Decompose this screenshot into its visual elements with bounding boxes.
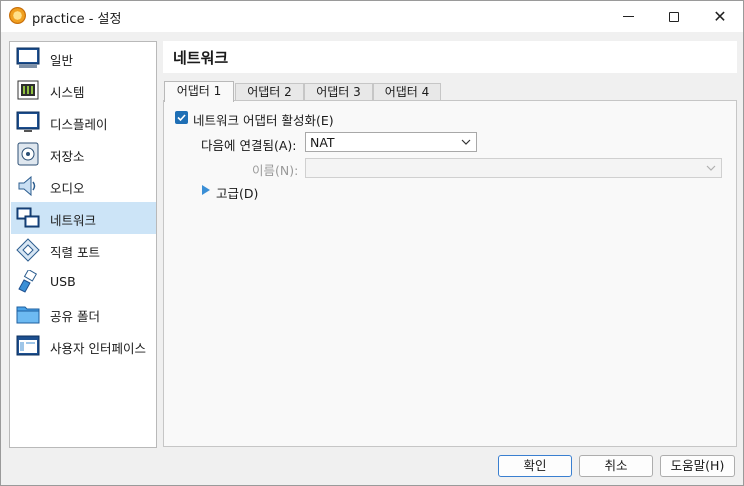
- sidebar-item-label: 시스템: [50, 85, 85, 100]
- sidebar-item-label: 직렬 포트: [50, 245, 100, 260]
- network-icon: [16, 207, 40, 228]
- sidebar-item-storage[interactable]: 저장소: [11, 138, 156, 170]
- sidebar-item-label: 사용자 인터페이스: [50, 341, 146, 356]
- shared-folder-icon: [16, 306, 40, 324]
- attached-to-select[interactable]: NAT: [305, 132, 477, 152]
- display-icon: [16, 111, 40, 132]
- tab-adapter-1[interactable]: 어댑터 1: [164, 81, 234, 102]
- sidebar-item-label: 오디오: [50, 181, 85, 196]
- enable-adapter-label[interactable]: 네트워크 어댑터 활성화(E): [193, 110, 334, 129]
- attached-to-label: 다음에 연결됨(A):: [201, 138, 297, 153]
- general-icon: [16, 47, 40, 68]
- page-title: 네트워크: [173, 49, 229, 67]
- enable-adapter-checkbox[interactable]: [175, 111, 188, 124]
- help-button[interactable]: 도움말(H): [660, 455, 735, 477]
- sidebar-item-display[interactable]: 디스플레이: [11, 106, 156, 138]
- maximize-button[interactable]: [651, 1, 697, 32]
- sidebar-item-label: 공유 폴더: [50, 309, 100, 324]
- sidebar-item-serial-port[interactable]: 직렬 포트: [11, 234, 156, 266]
- tab-adapter-3[interactable]: 어댑터 3: [304, 83, 373, 101]
- window-title: practice - 설정: [32, 12, 122, 27]
- tab-adapter-4[interactable]: 어댑터 4: [373, 83, 441, 101]
- expand-arrow-icon[interactable]: [202, 185, 210, 195]
- checkmark-icon: [177, 114, 186, 122]
- close-icon: ✕: [713, 6, 727, 26]
- close-button[interactable]: ✕: [697, 1, 743, 32]
- sidebar-item-shared-folders[interactable]: 공유 폴더: [11, 298, 156, 330]
- sidebar-item-audio[interactable]: 오디오: [11, 170, 156, 202]
- system-icon: [17, 80, 39, 100]
- serial-port-icon: [16, 238, 40, 262]
- sidebar-item-user-interface[interactable]: 사용자 인터페이스: [11, 330, 156, 362]
- sidebar-item-label: 일반: [50, 53, 74, 68]
- name-label: 이름(N):: [252, 163, 299, 178]
- sidebar-item-label: 네트워크: [50, 213, 97, 228]
- sidebar-item-label: 디스플레이: [50, 117, 108, 132]
- usb-icon: [18, 270, 38, 293]
- adapter-panel: 네트워크 어댑터 활성화(E) 다음에 연결됨(A): NAT 이름(N): 고…: [163, 100, 737, 447]
- name-select[interactable]: [305, 158, 722, 178]
- app-icon: [9, 7, 26, 24]
- audio-icon: [18, 175, 36, 197]
- cancel-button[interactable]: 취소: [579, 455, 653, 477]
- sidebar-item-system[interactable]: 시스템: [11, 74, 156, 106]
- user-interface-icon: [16, 335, 40, 356]
- sidebar-item-label: USB: [50, 274, 76, 289]
- storage-icon: [17, 142, 39, 166]
- ok-button[interactable]: 확인: [498, 455, 572, 477]
- settings-window: practice - 설정 ✕ 일반 시스템 디스플레이 저장소 오디오 네트워…: [0, 0, 744, 486]
- sidebar-item-network[interactable]: 네트워크: [11, 202, 156, 234]
- title-bar: practice - 설정 ✕: [1, 1, 743, 32]
- sidebar-item-general[interactable]: 일반: [11, 42, 156, 74]
- minimize-icon: [622, 16, 634, 17]
- minimize-button[interactable]: [605, 1, 651, 32]
- maximize-icon: [669, 11, 679, 22]
- chevron-down-icon: [461, 139, 471, 145]
- chevron-down-icon: [706, 165, 716, 171]
- attached-to-value: NAT: [310, 135, 335, 150]
- advanced-toggle[interactable]: 고급(D): [216, 183, 258, 202]
- settings-sidebar: 일반 시스템 디스플레이 저장소 오디오 네트워크 직렬 포트 USB 공유 폴…: [9, 41, 157, 448]
- sidebar-item-usb[interactable]: USB: [11, 266, 156, 298]
- sidebar-item-label: 저장소: [50, 149, 85, 164]
- tab-adapter-2[interactable]: 어댑터 2: [235, 83, 304, 101]
- page-header: 네트워크: [163, 41, 737, 73]
